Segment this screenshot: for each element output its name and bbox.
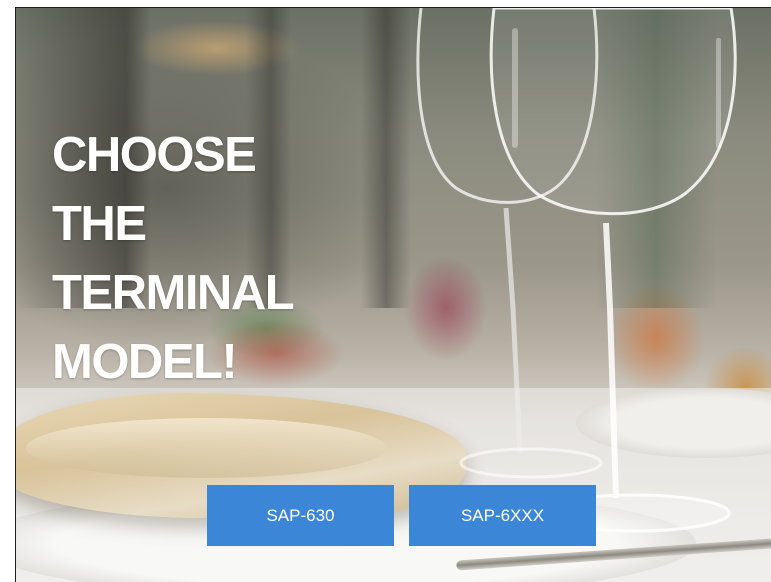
title-line-3: TERMINAL	[52, 266, 295, 320]
sap-6xxx-button[interactable]: SAP-6XXX	[409, 485, 596, 546]
title-line-4: MODEL!	[52, 335, 238, 389]
page-title: CHOOSE THE TERMINAL MODEL!	[52, 121, 295, 397]
title-line-1: CHOOSE	[52, 128, 257, 182]
terminal-selection-screen: CHOOSE THE TERMINAL MODEL! SAP-630 SAP-6…	[15, 7, 771, 582]
napkin-fold	[26, 418, 386, 478]
title-line-2: THE	[52, 197, 147, 251]
sap-630-button[interactable]: SAP-630	[207, 485, 394, 546]
